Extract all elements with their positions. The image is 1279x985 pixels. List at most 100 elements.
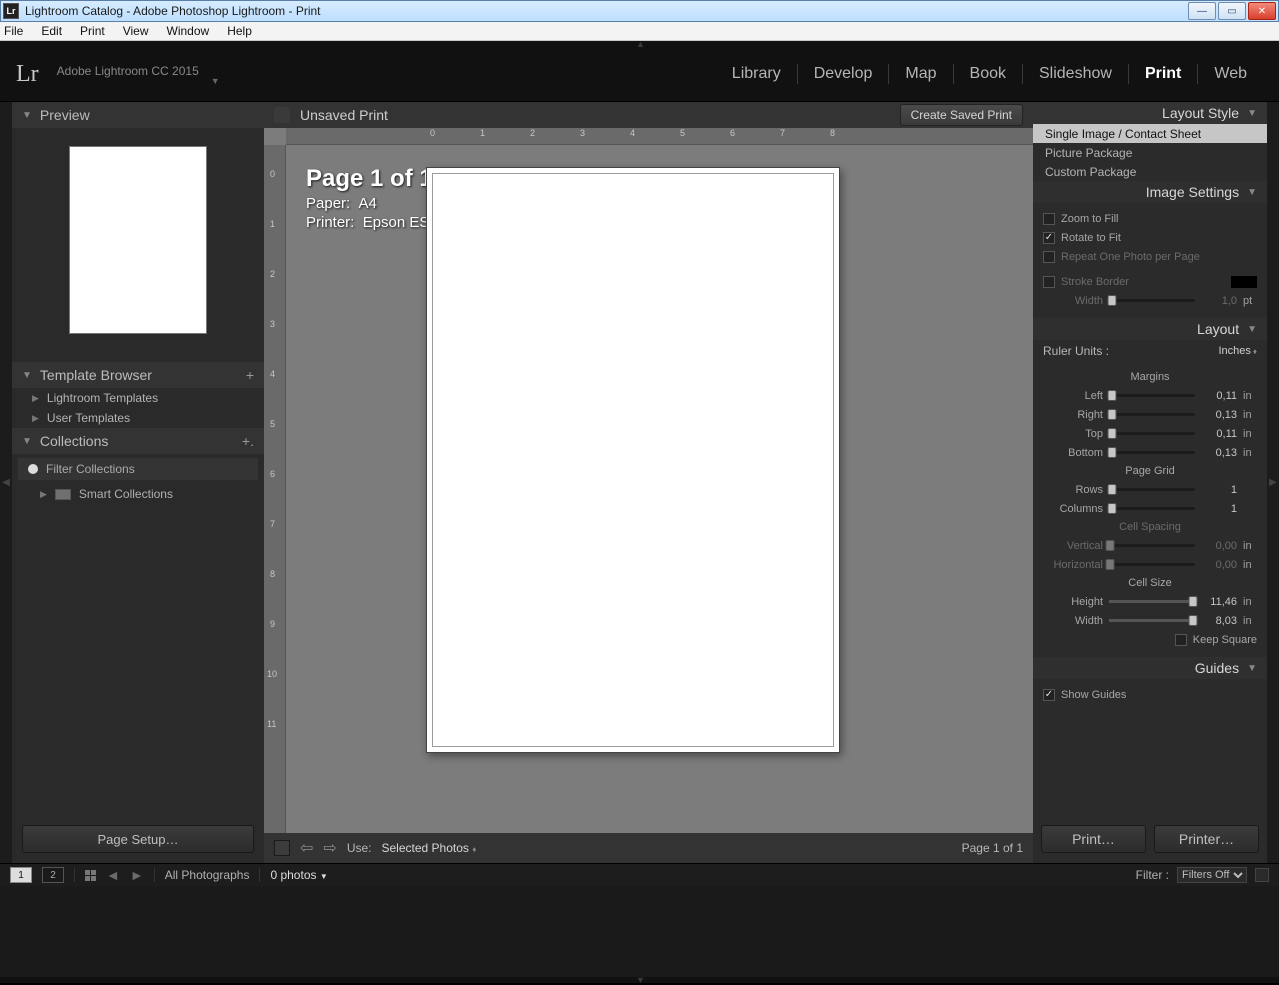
collections-header[interactable]: ▼ Collections +.	[12, 428, 264, 454]
create-saved-print-button[interactable]: Create Saved Print	[900, 104, 1023, 126]
print-button[interactable]: Print…	[1041, 825, 1146, 853]
preview-page	[69, 146, 207, 334]
menu-view[interactable]: View	[123, 24, 149, 38]
stroke-color-swatch[interactable]	[1231, 276, 1257, 288]
guides-header[interactable]: Guides▼	[1033, 657, 1267, 679]
filmstrip-count[interactable]: 0 photos ▼	[270, 868, 327, 882]
next-page-icon[interactable]: ⇨	[323, 838, 336, 858]
disclosure-icon: ▼	[22, 436, 32, 447]
margin-right-slider[interactable]	[1109, 413, 1195, 416]
image-cell	[432, 173, 834, 747]
preview-header[interactable]: ▼ Preview	[12, 102, 264, 128]
disclosure-icon: ▼	[22, 370, 32, 381]
module-book[interactable]: Book	[954, 65, 1022, 83]
module-library[interactable]: Library	[716, 65, 797, 83]
preview-label: Preview	[40, 107, 90, 123]
template-browser-header[interactable]: ▼ Template Browser +	[12, 362, 264, 388]
window-titlebar: Lr Lightroom Catalog - Adobe Photoshop L…	[0, 0, 1279, 22]
paper-preview[interactable]	[426, 167, 840, 753]
printer-button[interactable]: Printer…	[1154, 825, 1259, 853]
add-template-icon[interactable]: +	[246, 367, 254, 383]
menu-help[interactable]: Help	[227, 24, 252, 38]
smart-collections-row[interactable]: ▶ Smart Collections	[12, 484, 264, 504]
filter-collections-input[interactable]: Filter Collections	[18, 458, 258, 480]
module-web[interactable]: Web	[1198, 65, 1263, 83]
module-slideshow[interactable]: Slideshow	[1023, 65, 1128, 83]
cell-spacing-horizontal-slider	[1109, 563, 1195, 566]
soft-proof-toggle[interactable]	[274, 107, 290, 123]
menu-window[interactable]: Window	[167, 24, 210, 38]
filter-dropdown[interactable]: Filters Off	[1177, 867, 1247, 883]
filter-lock-icon[interactable]	[1255, 868, 1269, 882]
center-bottom-bar: ⇦ ⇨ Use: Selected Photos ♦ Page 1 of 1	[264, 833, 1033, 863]
template-browser-label: Template Browser	[40, 367, 152, 383]
rotate-to-fit-checkbox[interactable]: ✓	[1043, 232, 1055, 244]
page-setup-button[interactable]: Page Setup…	[22, 825, 254, 853]
filmstrip-strip[interactable]	[0, 886, 1279, 977]
right-rail-collapse[interactable]: ▶	[1267, 102, 1279, 863]
menu-print[interactable]: Print	[80, 24, 105, 38]
image-settings-header[interactable]: Image Settings▼	[1033, 181, 1267, 203]
margin-bottom-slider[interactable]	[1109, 451, 1195, 454]
vertical-ruler: 0 1 2 3 4 5 6 7 8 9 10 11	[264, 145, 286, 833]
app-icon: Lr	[3, 3, 19, 19]
nav-back-icon[interactable]: ◄	[106, 867, 120, 883]
collections-label: Collections	[40, 433, 108, 449]
window-title: Lightroom Catalog - Adobe Photoshop Ligh…	[25, 4, 1188, 18]
module-picker: Library Develop Map Book Slideshow Print…	[716, 64, 1263, 84]
footer-page-indicator: Page 1 of 1	[962, 841, 1023, 855]
layout-header[interactable]: Layout▼	[1033, 318, 1267, 340]
identity-name: Adobe Lightroom CC 2015	[57, 64, 199, 78]
use-label: Use:	[347, 841, 372, 855]
keep-square-checkbox[interactable]	[1175, 634, 1187, 646]
lightroom-logo: Lr	[16, 61, 39, 88]
maximize-button[interactable]: ▭	[1218, 2, 1246, 20]
style-custom-package[interactable]: Custom Package	[1033, 162, 1267, 181]
filmstrip: 1 2 ◄ ► All Photographs 0 photos ▼ Filte…	[0, 863, 1279, 977]
bottom-panel-grab[interactable]: ▼	[0, 977, 1279, 983]
left-panel: ▼ Preview ▼ Template Browser + ▶Lightroo…	[12, 102, 264, 863]
filmstrip-breadcrumb[interactable]: All Photographs	[165, 868, 250, 882]
module-develop[interactable]: Develop	[798, 65, 889, 83]
use-dropdown[interactable]: Selected Photos ♦	[382, 841, 477, 855]
columns-slider[interactable]	[1109, 507, 1195, 510]
menu-file[interactable]: File	[4, 24, 23, 38]
template-folder-user[interactable]: ▶User Templates	[12, 408, 264, 428]
main-window-button[interactable]: 1	[10, 867, 32, 883]
horizontal-ruler: 0 1 2 3 4 5 6 7 8	[286, 128, 1033, 145]
left-rail-collapse[interactable]: ◀	[0, 102, 12, 863]
stroke-width-slider[interactable]	[1109, 299, 1195, 302]
second-window-button[interactable]: 2	[42, 867, 64, 883]
layout-style-header[interactable]: Layout Style▼	[1033, 102, 1267, 124]
style-picture-package[interactable]: Picture Package	[1033, 143, 1267, 162]
cell-height-slider[interactable]	[1109, 600, 1195, 603]
stroke-border-checkbox[interactable]	[1043, 276, 1055, 288]
center-area: Unsaved Print Create Saved Print 0 1 2 3…	[264, 102, 1033, 863]
identity-dropdown-icon[interactable]: ▼	[211, 76, 220, 86]
nav-forward-icon[interactable]: ►	[130, 867, 144, 883]
rows-slider[interactable]	[1109, 488, 1195, 491]
select-all-checkbox[interactable]	[274, 840, 290, 856]
close-button[interactable]: ✕	[1248, 2, 1276, 20]
minimize-button[interactable]: —	[1188, 2, 1216, 20]
template-folder-lightroom[interactable]: ▶Lightroom Templates	[12, 388, 264, 408]
repeat-photo-checkbox[interactable]	[1043, 251, 1055, 263]
module-map[interactable]: Map	[889, 65, 952, 83]
cell-width-slider[interactable]	[1109, 619, 1195, 622]
print-canvas: 0 1 2 3 4 5 6 7 8 0 1 2 3 4 5 6	[264, 128, 1033, 833]
style-single-image[interactable]: Single Image / Contact Sheet	[1033, 124, 1267, 143]
center-top-bar: Unsaved Print Create Saved Print	[264, 102, 1033, 128]
add-collection-icon[interactable]: +.	[242, 433, 254, 449]
zoom-to-fill-checkbox[interactable]	[1043, 213, 1055, 225]
grid-view-icon[interactable]	[85, 870, 96, 881]
margin-left-slider[interactable]	[1109, 394, 1195, 397]
ruler-units-dropdown[interactable]: Inches♦	[1218, 345, 1257, 357]
filmstrip-toolbar: 1 2 ◄ ► All Photographs 0 photos ▼ Filte…	[0, 864, 1279, 886]
prev-page-icon[interactable]: ⇦	[300, 838, 313, 858]
margin-top-slider[interactable]	[1109, 432, 1195, 435]
identity-bar: Lr Adobe Lightroom CC 2015 ▼ Library Dev…	[0, 47, 1279, 101]
menu-edit[interactable]: Edit	[41, 24, 62, 38]
show-guides-checkbox[interactable]: ✓	[1043, 689, 1055, 701]
module-print[interactable]: Print	[1129, 65, 1197, 83]
ruler-units-row: Ruler Units : Inches♦	[1033, 340, 1267, 362]
